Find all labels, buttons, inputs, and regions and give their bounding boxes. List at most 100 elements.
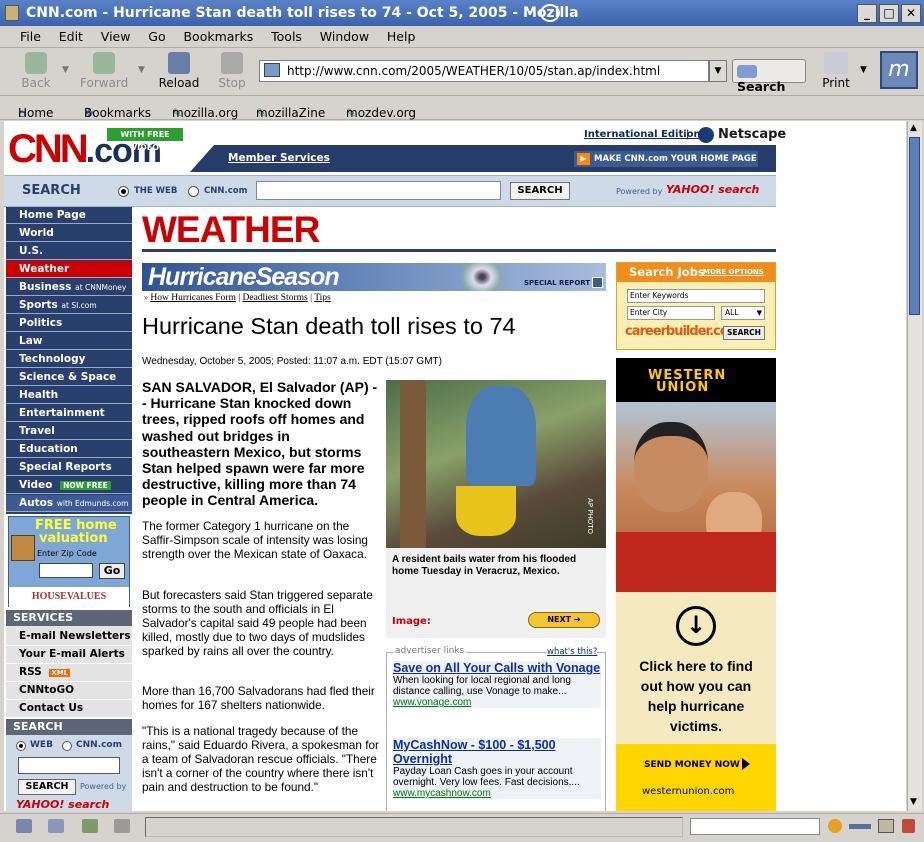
send-money-button[interactable]: SEND MONEY NOW westernunion.com bbox=[616, 744, 776, 811]
whats-this-link[interactable]: what's this? bbox=[547, 647, 598, 657]
address-book-icon[interactable] bbox=[114, 819, 130, 833]
sidebar-item-travel[interactable]: Travel bbox=[6, 423, 132, 440]
zip-input[interactable] bbox=[39, 563, 93, 578]
navigator-icon[interactable] bbox=[16, 819, 32, 833]
free-video-badge[interactable]: WITH FREE VIDEO bbox=[107, 128, 183, 152]
member-services-link[interactable]: Member Services bbox=[228, 152, 330, 164]
more-options-link[interactable]: MORE OPTIONS bbox=[703, 268, 764, 276]
ad-url[interactable]: www.mycashnow.com bbox=[393, 788, 601, 799]
sidebar-radio-cnn[interactable] bbox=[62, 741, 72, 751]
service-cnntogo[interactable]: CNNtoGO bbox=[6, 682, 132, 700]
window-titlebar[interactable]: CNN.com - Hurricane Stan death toll rise… bbox=[0, 0, 924, 26]
sidebar-search-button[interactable]: SEARCH bbox=[18, 779, 76, 795]
search-button[interactable]: Search bbox=[732, 59, 806, 94]
service-rss[interactable]: RSS XML bbox=[6, 664, 132, 682]
close-button[interactable]: ✕ bbox=[901, 4, 921, 23]
print-button[interactable]: Print bbox=[812, 52, 860, 90]
job-search-button[interactable]: SEARCH bbox=[723, 326, 765, 340]
minimize-button[interactable]: _ bbox=[857, 4, 877, 23]
sidebar-item-science[interactable]: Science & Space bbox=[6, 369, 132, 386]
scroll-up-icon[interactable]: ▲ bbox=[910, 123, 917, 133]
sidebar-item-video[interactable]: Video NOW FREE bbox=[6, 477, 132, 494]
ad-url[interactable]: www.vonage.com bbox=[393, 697, 601, 708]
scroll-down-icon[interactable]: ▼ bbox=[910, 797, 917, 807]
job-keywords-input[interactable]: Enter Keywords bbox=[627, 289, 765, 303]
sidebar-item-weather[interactable]: Weather bbox=[6, 261, 132, 278]
forward-dropdown-icon[interactable]: ▼ bbox=[138, 65, 145, 75]
sidebar-search-input[interactable] bbox=[18, 757, 120, 774]
deadliest-storms-link[interactable]: Deadliest Storms bbox=[243, 293, 308, 303]
job-city-input[interactable]: Enter City bbox=[627, 306, 715, 320]
sidebar-item-home[interactable]: Home Page bbox=[6, 207, 132, 224]
print-dropdown-icon[interactable]: ▼ bbox=[860, 65, 867, 75]
sidebar-item-technology[interactable]: Technology bbox=[6, 351, 132, 368]
url-dropdown-icon[interactable]: ▼ bbox=[709, 60, 727, 82]
sidebar-item-sports[interactable]: Sports at SI.com bbox=[6, 297, 132, 314]
how-hurricanes-form-link[interactable]: How Hurricanes Form bbox=[150, 293, 235, 303]
url-input[interactable]: http://www.cnn.com/2005/WEATHER/10/05/st… bbox=[259, 60, 709, 82]
photo-next-button[interactable]: NEXT ➔ bbox=[528, 612, 600, 628]
western-union-ad[interactable]: WESTERN UNION ↓ Click here to find out h… bbox=[616, 358, 776, 811]
sidebar-item-health[interactable]: Health bbox=[6, 387, 132, 404]
sidebar-radio-web[interactable] bbox=[16, 741, 26, 751]
service-contact-us[interactable]: Contact Us bbox=[6, 700, 132, 718]
maximize-button[interactable]: □ bbox=[879, 4, 899, 23]
menu-edit[interactable]: Edit bbox=[52, 26, 90, 44]
job-state-select[interactable]: ALL ▼ bbox=[721, 306, 765, 320]
ad-item-vonage[interactable]: Save on All Your Calls with Vonage When … bbox=[393, 661, 601, 708]
scroll-thumb[interactable] bbox=[909, 137, 920, 315]
menu-tools[interactable]: Tools bbox=[264, 26, 309, 44]
make-homepage-button[interactable]: ▶ MAKE CNN.com YOUR HOME PAGE bbox=[574, 151, 758, 167]
forward-button[interactable]: Forward bbox=[80, 52, 128, 90]
sidebar-item-law[interactable]: Law bbox=[6, 333, 132, 350]
ad-headline[interactable]: MyCashNow - $100 - $1,500 Overnight bbox=[393, 738, 601, 766]
page-proxy-icon[interactable] bbox=[264, 63, 280, 77]
menu-go[interactable]: Go bbox=[141, 26, 172, 44]
sidebar-item-entertainment[interactable]: Entertainment bbox=[6, 405, 132, 422]
sidebar-item-autos[interactable]: Autos with Edmunds.com bbox=[6, 495, 132, 512]
tips-link[interactable]: Tips bbox=[314, 293, 331, 303]
card-icon[interactable] bbox=[878, 819, 894, 833]
sidebar-item-politics[interactable]: Politics bbox=[6, 315, 132, 332]
radio-cnn[interactable] bbox=[188, 186, 199, 197]
security-lock-icon[interactable] bbox=[902, 819, 915, 833]
sidebar-yahoo-logo[interactable]: YAHOO! search bbox=[16, 798, 109, 811]
photo-caption: A resident bails water from his flooded … bbox=[392, 554, 577, 577]
vertical-scrollbar[interactable]: ▲ ▼ bbox=[907, 121, 922, 811]
online-plug-icon[interactable] bbox=[849, 824, 871, 829]
mail-icon[interactable] bbox=[48, 819, 64, 833]
mozilla-throbber-icon[interactable]: m bbox=[880, 51, 918, 89]
back-dropdown-icon[interactable]: ▼ bbox=[62, 65, 69, 75]
back-button[interactable]: Back bbox=[12, 52, 60, 90]
netscape-link[interactable]: Netscape bbox=[718, 127, 786, 142]
zip-go-button[interactable]: Go bbox=[99, 563, 125, 579]
stop-button[interactable]: Stop bbox=[208, 52, 256, 90]
composer-icon[interactable] bbox=[82, 819, 98, 833]
top-search-input[interactable] bbox=[256, 181, 501, 200]
menu-window[interactable]: Window bbox=[313, 26, 376, 44]
service-email-newsletters[interactable]: E-mail Newsletters bbox=[6, 628, 132, 646]
netscape-logo-icon[interactable] bbox=[698, 127, 714, 143]
sidebar-item-special-reports[interactable]: Special Reports bbox=[6, 459, 132, 476]
international-edition-link[interactable]: International Edition bbox=[584, 129, 701, 140]
radio-web[interactable] bbox=[118, 186, 129, 197]
wu-url[interactable]: westernunion.com bbox=[642, 786, 734, 797]
menu-file[interactable]: File bbox=[13, 26, 48, 44]
top-search-button[interactable]: SEARCH bbox=[510, 182, 570, 200]
housevalues-ad[interactable]: FREE home valuation Enter Zip Code Go HO… bbox=[8, 516, 130, 607]
sidebar-item-us[interactable]: U.S. bbox=[6, 243, 132, 260]
ad-headline[interactable]: Save on All Your Calls with Vonage bbox=[393, 661, 601, 675]
sidebar-item-business[interactable]: Business at CNNMoney bbox=[6, 279, 132, 296]
yahoo-search-logo[interactable]: YAHOO! search bbox=[666, 183, 759, 196]
hurricane-season-banner[interactable]: HurricaneSeason SPECIAL REPORT bbox=[142, 263, 606, 291]
sidebar-item-world[interactable]: World bbox=[6, 225, 132, 242]
sidebar-item-label: Science & Space bbox=[19, 371, 117, 383]
ad-item-mycashnow[interactable]: MyCashNow - $100 - $1,500 Overnight Payd… bbox=[393, 738, 601, 799]
reload-button[interactable]: Reload bbox=[155, 52, 203, 90]
menu-bookmarks[interactable]: Bookmarks bbox=[176, 26, 260, 44]
article-photo[interactable]: AP PHOTO bbox=[386, 380, 606, 548]
service-email-alerts[interactable]: Your E-mail Alerts bbox=[6, 646, 132, 664]
sidebar-item-education[interactable]: Education bbox=[6, 441, 132, 458]
menu-help[interactable]: Help bbox=[380, 26, 423, 44]
menu-view[interactable]: View bbox=[94, 26, 138, 44]
